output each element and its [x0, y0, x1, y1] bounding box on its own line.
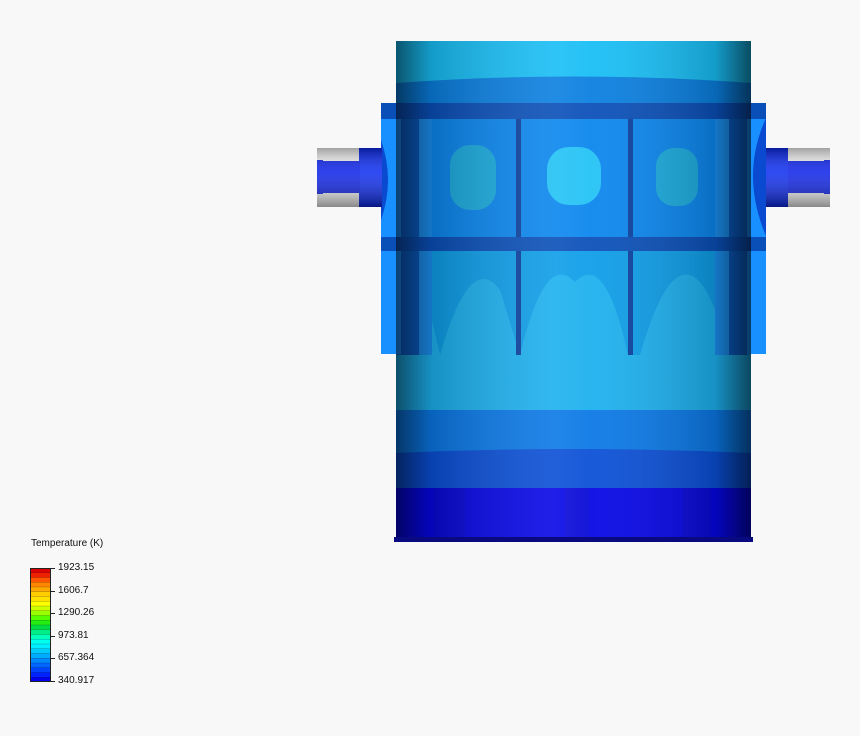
- legend-swatch: [30, 615, 51, 621]
- legend-swatch: [30, 591, 51, 597]
- legend-swatch: [30, 634, 51, 640]
- shell-shading: [396, 41, 751, 538]
- legend-tick-label: 1923.15: [58, 562, 95, 573]
- left-nozzle-shade: [317, 148, 382, 207]
- legend-color-bar: [30, 568, 51, 682]
- legend-swatch: [30, 648, 51, 654]
- legend-tick-mark: [51, 568, 55, 569]
- base-plate: [394, 537, 753, 542]
- legend-swatch: [30, 658, 51, 664]
- legend-tick-mark: [51, 590, 55, 592]
- legend-tick-mark: [51, 658, 55, 660]
- legend-swatch: [30, 587, 51, 593]
- legend-title: Temperature (K): [31, 538, 104, 549]
- legend-tick-mark: [51, 613, 55, 615]
- legend-swatch: [30, 629, 51, 635]
- legend-swatch: [30, 672, 51, 678]
- legend-swatch: [30, 620, 51, 626]
- legend-swatch: [30, 606, 51, 612]
- legend-swatch: [30, 610, 51, 616]
- legend-swatch: [30, 667, 51, 673]
- legend-tick-label: 1290.26: [58, 607, 95, 619]
- legend-swatch: [30, 625, 51, 631]
- right-nozzle-shade: [766, 148, 830, 207]
- legend-swatch: [30, 639, 51, 645]
- legend-swatch: [30, 644, 51, 650]
- legend-swatch: [30, 653, 51, 659]
- legend-swatch: [30, 663, 51, 669]
- legend-swatch: [30, 596, 51, 602]
- legend-swatch: [30, 582, 51, 588]
- legend-tick-label: 973.81: [58, 629, 89, 641]
- legend-swatch: [30, 577, 51, 583]
- temperature-legend: Temperature (K) 1923.15 1606.7 1290.26 973.…: [30, 536, 150, 696]
- legend-tick-label: 1606.7: [58, 584, 89, 596]
- legend-tick-mark: [51, 635, 55, 637]
- legend-tick-label: 340.917: [58, 675, 95, 686]
- legend-tick-mark: [51, 681, 55, 682]
- legend-swatch: [30, 601, 51, 607]
- legend-tick-label: 657.364: [58, 652, 95, 664]
- legend-swatch: [30, 572, 51, 578]
